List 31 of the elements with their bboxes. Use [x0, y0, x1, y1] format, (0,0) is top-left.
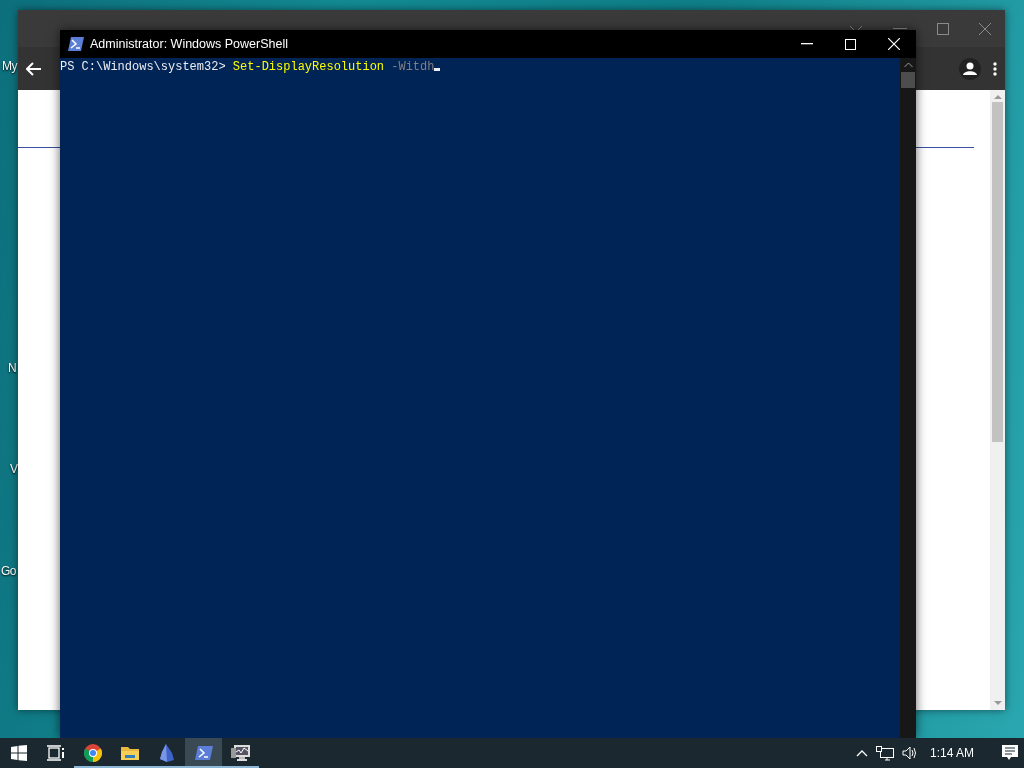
scrollbar[interactable]	[990, 90, 1005, 710]
notification-icon[interactable]	[1002, 745, 1018, 761]
scrollbar[interactable]	[900, 58, 916, 738]
windows-icon	[10, 745, 27, 761]
scroll-up-icon[interactable]	[903, 62, 913, 68]
terminal-icon	[194, 746, 213, 760]
window-title: Administrator: Windows PowerShell	[90, 37, 289, 51]
console-prompt: PS C:\Windows\system32>	[60, 60, 227, 74]
desktop-icon-label: V	[10, 462, 18, 476]
scrollbar-thumb[interactable]	[901, 72, 915, 88]
terminal-icon	[68, 37, 84, 51]
menu-icon[interactable]	[993, 61, 997, 76]
network-icon[interactable]	[875, 745, 894, 761]
desktop-icon-label: Go	[1, 564, 16, 578]
minimize-icon[interactable]	[801, 43, 813, 45]
terminal-taskbar-button[interactable]	[185, 738, 222, 768]
chevron-up-icon[interactable]	[855, 749, 868, 757]
volume-icon[interactable]	[901, 746, 918, 760]
folder-icon	[120, 745, 139, 761]
desktop-icon-label: N	[8, 361, 17, 375]
browser-icon	[83, 744, 102, 762]
desktop-icon-label: My	[2, 59, 17, 73]
scrollbar-thumb[interactable]	[992, 102, 1003, 442]
profile-icon[interactable]	[959, 57, 981, 80]
app-icon	[159, 744, 174, 762]
monitor-icon	[230, 744, 251, 762]
clock-text[interactable]: 1:14 AM	[929, 746, 974, 760]
parameter-text: -Witdh	[391, 60, 435, 74]
command-text: Set-DisplayResolution	[232, 60, 385, 74]
task-view-icon	[46, 745, 65, 761]
back-arrow-icon[interactable]	[26, 61, 42, 76]
